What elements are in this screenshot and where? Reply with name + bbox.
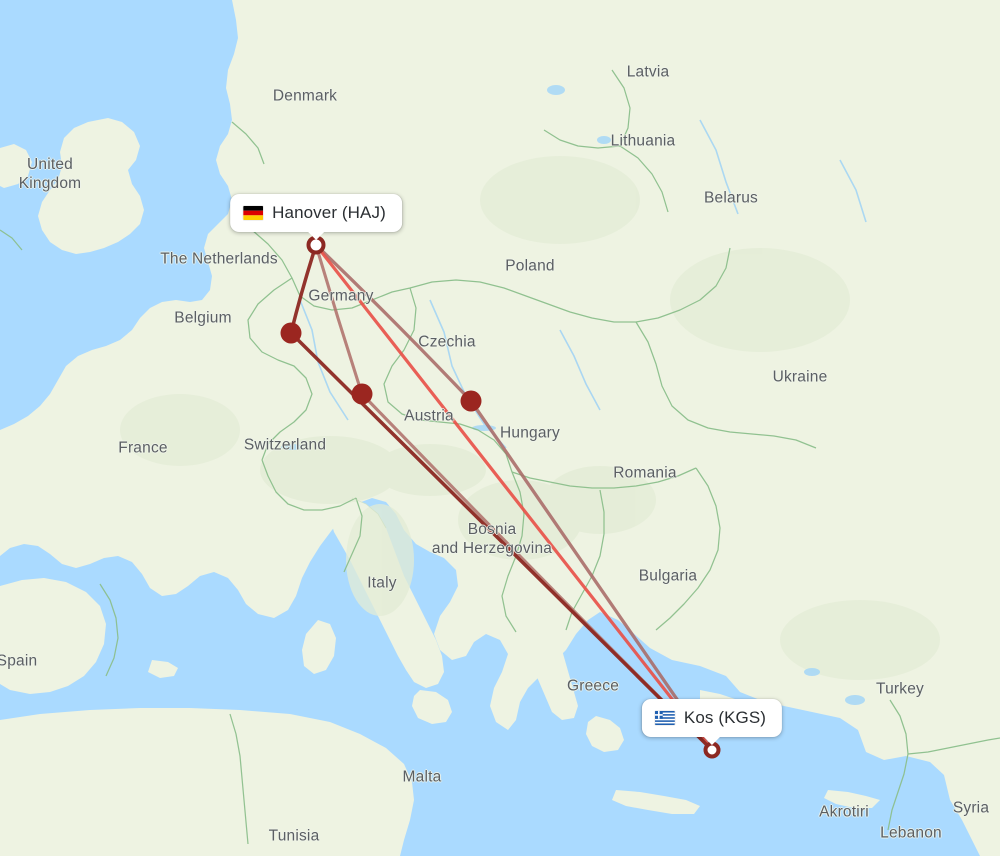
flight-route-map[interactable]: United Kingdom Denmark Latvia Lithuania Bela… bbox=[0, 0, 1000, 856]
map-canvas bbox=[0, 0, 1000, 856]
greece-flag-icon bbox=[654, 711, 675, 725]
origin-airport-callout[interactable]: Hanover (HAJ) bbox=[230, 194, 402, 240]
destination-airport-callout[interactable]: Kos (KGS) bbox=[641, 699, 783, 745]
destination-airport-label: Kos (KGS) bbox=[683, 708, 767, 727]
stopover-marker-2[interactable] bbox=[351, 383, 373, 405]
destination-marker-kgs[interactable] bbox=[703, 741, 721, 759]
germany-flag-icon bbox=[243, 206, 264, 220]
origin-airport-label: Hanover (HAJ) bbox=[272, 203, 386, 222]
stopover-marker-1[interactable] bbox=[280, 322, 302, 344]
stopover-marker-3[interactable] bbox=[460, 390, 482, 412]
